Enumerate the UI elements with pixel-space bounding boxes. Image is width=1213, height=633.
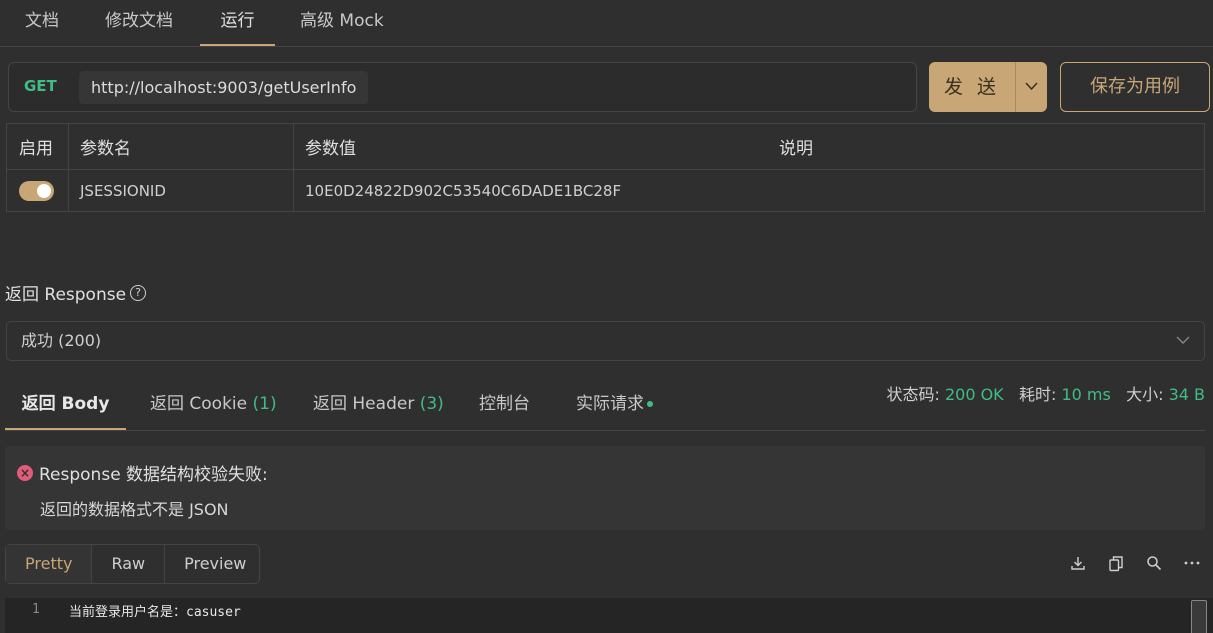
table-row: JSESSIONID 10E0D24822D902C53540C6DADE1BC… — [7, 170, 1204, 211]
chevron-down-icon — [1176, 336, 1190, 344]
copy-icon[interactable] — [1107, 552, 1125, 574]
status-code-label: 状态码: — [886, 385, 940, 404]
tab-header-count: (3) — [419, 394, 444, 414]
tab-run[interactable]: 运行 — [200, 0, 275, 46]
param-desc-cell[interactable] — [767, 170, 779, 211]
tab-edit-docs[interactable]: 修改文档 — [105, 0, 173, 46]
mode-pretty[interactable]: Pretty — [6, 545, 93, 583]
response-title: 返回 Response ? — [5, 280, 147, 305]
response-status-select[interactable]: 成功 (200) — [6, 321, 1205, 361]
response-metrics: 状态码: 200 OK 耗时: 10 ms 大小: 34 B — [886, 381, 1205, 405]
header-description: 说明 — [779, 139, 813, 159]
tab-console[interactable]: 控制台 — [479, 380, 530, 430]
tab-advanced-mock[interactable]: 高级 Mock — [300, 0, 384, 46]
param-value-cell[interactable]: 10E0D24822D902C53540C6DADE1BC28F — [293, 170, 621, 211]
enable-toggle[interactable] — [19, 180, 54, 201]
tab-response-header[interactable]: 返回 Header (3) — [313, 380, 444, 430]
validation-error-message: 返回的数据格式不是 JSON — [40, 500, 229, 519]
mode-raw[interactable]: Raw — [92, 545, 166, 583]
line-number: 1 — [32, 602, 40, 617]
time-label: 耗时: — [1018, 385, 1057, 404]
validation-error-title: × Response 数据结构校验失败: — [17, 460, 268, 485]
search-icon[interactable] — [1145, 552, 1163, 574]
status-select-value: 成功 (200) — [21, 331, 102, 350]
header-param-value: 参数值 — [305, 139, 356, 159]
tab-cookie-label: 返回 Cookie — [150, 394, 248, 414]
mode-preview[interactable]: Preview — [165, 545, 265, 583]
url-bar[interactable]: GET http://localhost:9003/getUserInfo — [8, 62, 917, 112]
tab-cookie-count: (1) — [252, 394, 277, 414]
size-label: 大小: — [1126, 385, 1164, 404]
send-button[interactable]: 发 送 — [929, 62, 1047, 112]
time-value: 10 ms — [1061, 385, 1111, 404]
code-line: 当前登录用户名是：casuser — [69, 605, 241, 620]
url-input[interactable]: http://localhost:9003/getUserInfo — [79, 71, 369, 104]
top-tab-bar: 文档 修改文档 运行 高级 Mock — [0, 0, 1213, 47]
more-icon[interactable] — [1183, 552, 1201, 574]
download-icon[interactable] — [1069, 552, 1087, 574]
tab-header-label: 返回 Header — [313, 394, 415, 414]
enabled-cell — [7, 170, 54, 211]
header-enabled: 启用 — [19, 139, 53, 159]
view-mode-group: Pretty Raw Preview — [5, 544, 260, 584]
status-code-value: 200 OK — [944, 385, 1004, 404]
validation-error-box: × Response 数据结构校验失败: 返回的数据格式不是 JSON — [5, 446, 1205, 530]
tab-actual-request[interactable]: 实际请求 — [576, 380, 653, 430]
send-button-label[interactable]: 发 送 — [929, 62, 1015, 112]
header-param-name: 参数名 — [80, 139, 131, 159]
chevron-down-icon — [1025, 82, 1038, 91]
indicator-dot — [647, 401, 653, 407]
param-name-cell[interactable]: JSESSIONID — [68, 170, 166, 211]
response-code-editor[interactable]: 1 当前登录用户名是：casuser — [5, 598, 1213, 633]
response-title-text: 返回 Response — [5, 285, 127, 305]
size-value: 34 B — [1168, 385, 1205, 404]
validation-error-title-text: Response 数据结构校验失败: — [39, 465, 268, 485]
method-selector[interactable]: GET — [24, 77, 57, 95]
error-icon: × — [17, 464, 33, 481]
tab-response-cookie[interactable]: 返回 Cookie (1) — [150, 380, 277, 430]
params-table: 启用 参数名 参数值 说明 JSESSIONID 10E0D24822D902C… — [6, 123, 1205, 212]
tab-docs[interactable]: 文档 — [25, 0, 59, 46]
send-options-dropdown[interactable] — [1015, 62, 1047, 112]
params-header-row: 启用 参数名 参数值 说明 — [7, 124, 1204, 170]
help-icon[interactable]: ? — [130, 284, 147, 301]
response-toolbar — [1069, 552, 1201, 574]
vertical-scrollbar[interactable] — [1191, 600, 1207, 633]
tab-response-body[interactable]: 返回 Body — [5, 380, 126, 430]
tab-actual-request-label: 实际请求 — [576, 394, 644, 414]
save-as-case-button[interactable]: 保存为用例 — [1060, 62, 1210, 112]
